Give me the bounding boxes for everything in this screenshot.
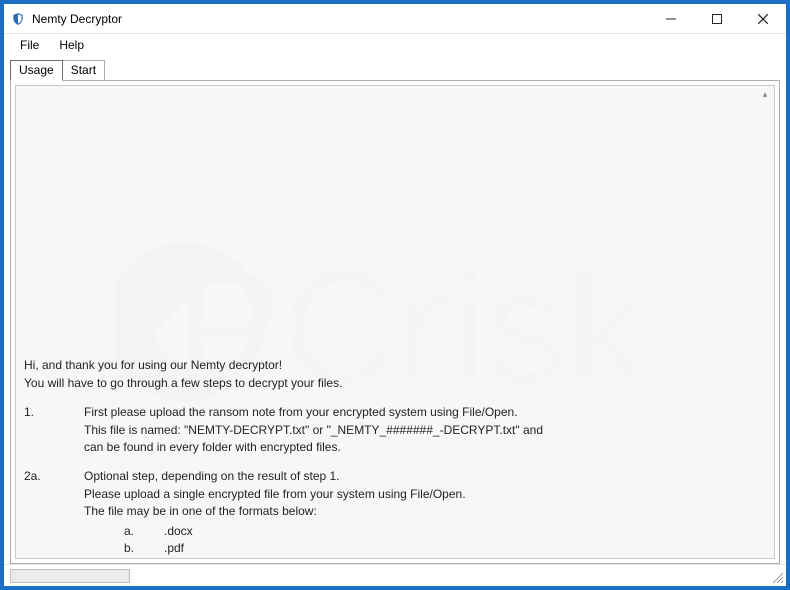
titlebar: Nemty Decryptor [4,4,786,34]
menubar: File Help [4,34,786,56]
step-line: First please upload the ransom note from… [84,404,766,421]
format-letter: a. [84,523,164,540]
app-window: Nemty Decryptor File Help Usage Start PC… [4,4,786,586]
step-line: Optional step, depending on the result o… [84,468,766,485]
format-item: a..docx [84,523,766,540]
window-title: Nemty Decryptor [32,12,648,26]
step-line: can be found in every folder with encryp… [84,439,766,456]
app-icon-shield [10,11,26,27]
progress-bar [10,569,130,583]
step-number: 2a. [24,468,84,559]
intro-line1: Hi, and thank you for using our Nemty de… [24,357,766,374]
statusbar [4,564,786,586]
close-button[interactable] [740,4,786,33]
step-line: The file may be in one of the formats be… [84,503,766,520]
step-body: Optional step, depending on the result o… [84,468,766,559]
intro-text: Hi, and thank you for using our Nemty de… [24,357,766,392]
menu-file[interactable]: File [12,36,47,54]
usage-content: PCrisk ▴ Hi, and thank you for using our… [15,85,775,559]
step-body: First please upload the ransom note from… [84,404,766,456]
resize-grip[interactable] [770,570,784,584]
format-letter: c. [84,557,164,559]
format-item: c..png [84,557,766,559]
minimize-button[interactable] [648,4,694,33]
window-controls [648,4,786,33]
tab-start[interactable]: Start [62,60,105,80]
format-ext: .pdf [164,540,184,557]
tab-usage[interactable]: Usage [10,60,63,81]
step-line: This file is named: "NEMTY-DECRYPT.txt" … [84,422,766,439]
step-number: 1. [24,404,84,456]
step-2a: 2a.Optional step, depending on the resul… [24,468,766,559]
format-sublist: a..docxb..pdfc..pngd..pptxe..xlsxf..zip [84,523,766,559]
scroll-up-arrow[interactable]: ▴ [758,88,772,102]
step-1: 1.First please upload the ransom note fr… [24,404,766,456]
intro-line2: You will have to go through a few steps … [24,375,766,392]
format-ext: .png [164,557,187,559]
maximize-button[interactable] [694,4,740,33]
tab-panel: PCrisk ▴ Hi, and thank you for using our… [10,80,780,564]
step-line: Please upload a single encrypted file fr… [84,486,766,503]
menu-help[interactable]: Help [51,36,92,54]
format-item: b..pdf [84,540,766,557]
format-ext: .docx [164,523,193,540]
format-letter: b. [84,540,164,557]
tabstrip: Usage Start [4,58,786,80]
